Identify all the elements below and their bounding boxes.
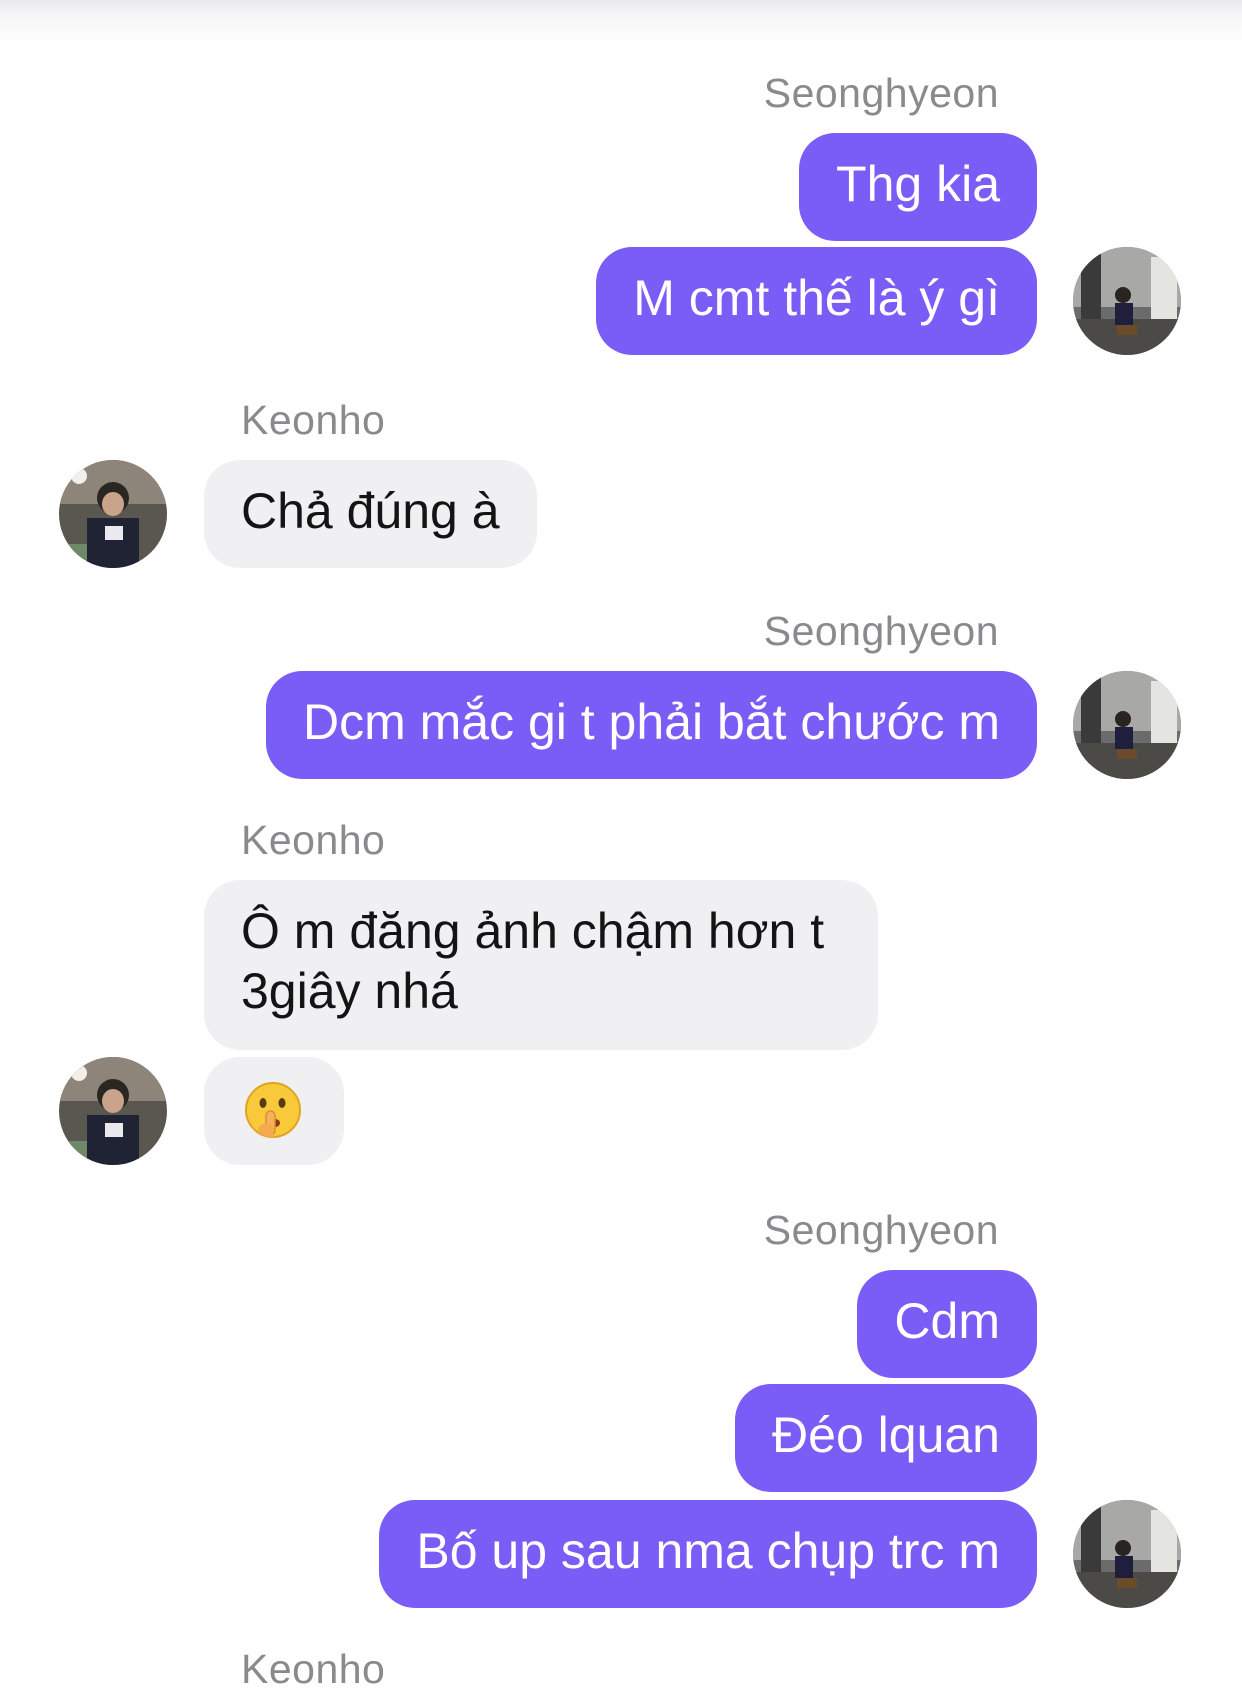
message-bubble-outgoing[interactable]: Đéo lquan [735, 1384, 1037, 1492]
avatar[interactable] [59, 460, 167, 568]
avatar[interactable] [1073, 671, 1181, 779]
avatar[interactable] [1073, 1500, 1181, 1608]
header-shadow [0, 0, 1242, 46]
avatar[interactable] [1073, 247, 1181, 355]
message-bubble-outgoing[interactable]: Bố up sau nma chụp trc m [379, 1500, 1037, 1608]
message-bubble-incoming[interactable]: Chả đúng à [204, 460, 537, 568]
sender-label: Seonghyeon [763, 608, 999, 654]
message-bubble-incoming[interactable]: Ô m đăng ảnh chậm hơn t 3giây nhá [204, 880, 878, 1050]
message-bubble-emoji[interactable] [204, 1057, 344, 1165]
message-bubble-outgoing[interactable]: Cdm [857, 1270, 1037, 1378]
sender-label: Keonho [241, 817, 386, 863]
sender-label: Keonho [241, 1646, 386, 1692]
avatar[interactable] [59, 1057, 167, 1165]
sender-label: Seonghyeon [763, 70, 999, 116]
message-bubble-outgoing[interactable]: M cmt thế là ý gì [596, 247, 1037, 355]
message-bubble-outgoing[interactable]: Dcm mắc gi t phải bắt chước m [265, 671, 1037, 779]
message-bubble-outgoing[interactable]: Thg kia [799, 133, 1037, 241]
shushing-face-icon [245, 1082, 301, 1138]
sender-label: Seonghyeon [763, 1207, 999, 1253]
sender-label: Keonho [241, 397, 386, 443]
